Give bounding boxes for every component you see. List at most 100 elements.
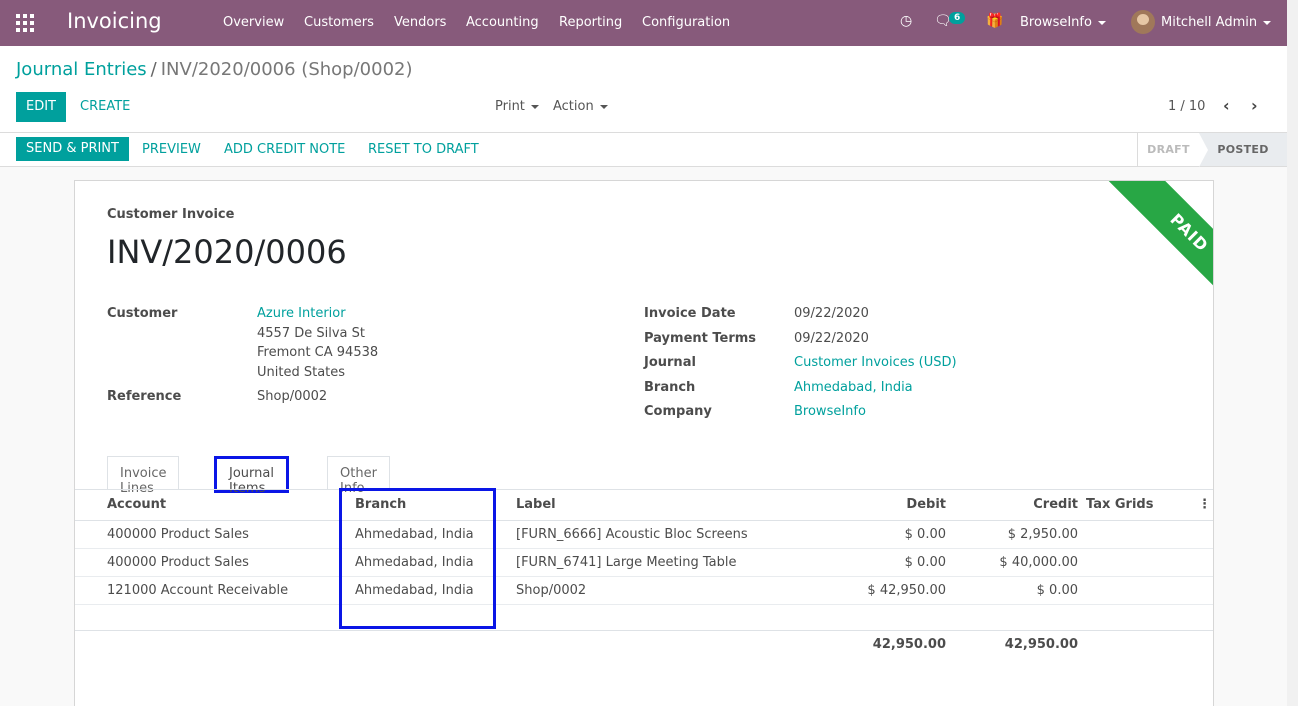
edit-button[interactable]: EDIT [16, 92, 66, 122]
journal-link[interactable]: Customer Invoices (USD) [794, 355, 957, 370]
user-menu[interactable]: Mitchell Admin [1161, 15, 1272, 30]
tab-invoice-lines[interactable]: Invoice Lines [107, 456, 180, 496]
table-row[interactable]: 400000 Product Sales Ahmedabad, India [F… [75, 520, 1213, 549]
header-spacer [75, 490, 107, 521]
preview-button[interactable]: PREVIEW [142, 142, 201, 157]
table-row[interactable]: 121000 Account Receivable Ahmedabad, Ind… [75, 576, 1213, 605]
menu-customers[interactable]: Customers [304, 15, 374, 30]
payment-terms-value: 09/22/2020 [794, 331, 869, 346]
cell-label: [FURN_6666] Acoustic Bloc Screens [516, 520, 806, 549]
header-branch[interactable]: Branch [355, 490, 516, 521]
create-button[interactable]: CREATE [80, 99, 130, 114]
header-credit[interactable]: Credit [946, 490, 1078, 521]
address-line2: Fremont CA 94538 [257, 345, 379, 360]
address-line3: United States [257, 365, 346, 380]
row-gap [1078, 576, 1086, 605]
empty-cell [75, 604, 1213, 631]
cell-label: [FURN_6741] Large Meeting Table [516, 548, 806, 577]
breadcrumb: Journal Entries / INV/2020/0006 (Shop/0002… [16, 59, 413, 80]
cell-credit: $ 40,000.00 [946, 548, 1078, 577]
paid-ribbon: PAID [1095, 181, 1213, 321]
empty-row [75, 604, 1213, 631]
total-debit: 42,950.00 [872, 636, 946, 652]
total-gap [1078, 630, 1086, 658]
total-label [516, 630, 806, 658]
company-switcher[interactable]: BrowseInfo [1020, 15, 1106, 30]
control-panel: Journal Entries / INV/2020/0006 (Shop/0002… [0, 46, 1287, 133]
menu-accounting[interactable]: Accounting [466, 15, 539, 30]
row-gap [1078, 548, 1086, 577]
cell-label: Shop/0002 [516, 576, 806, 605]
print-dropdown[interactable]: Print [495, 99, 539, 114]
cell-account: 400000 Product Sales [107, 548, 355, 577]
header-account[interactable]: Account [107, 490, 355, 521]
menu-overview[interactable]: Overview [223, 15, 284, 30]
chevron-down-icon [1263, 20, 1272, 25]
previous-record-icon[interactable]: ‹ [1223, 96, 1230, 115]
payment-terms-label: Payment Terms [644, 331, 757, 346]
header-tax-grids-label: Tax Grids [1086, 497, 1154, 513]
paid-ribbon-label: PAID [1104, 181, 1213, 318]
cell-tax-grids [1086, 576, 1213, 605]
status-bar: SEND & PRINT PREVIEW ADD CREDIT NOTE RES… [0, 133, 1287, 167]
cell-debit: $ 42,950.00 [806, 576, 946, 605]
chevron-down-icon [1097, 20, 1106, 25]
gift-icon[interactable]: 🎁 [986, 13, 1003, 29]
row-gap [1078, 520, 1086, 549]
branch-label: Branch [644, 380, 696, 395]
chevron-down-icon [530, 104, 539, 109]
branch-link[interactable]: Ahmedabad, India [794, 380, 913, 395]
customer-name-link[interactable]: Azure Interior [257, 306, 346, 321]
invoice-sheet: PAID Customer Invoice INV/2020/0006 Cust… [74, 180, 1214, 706]
header-label[interactable]: Label [516, 490, 806, 521]
reference-value: Shop/0002 [257, 389, 328, 404]
total-tax-grids [1086, 630, 1213, 658]
send-print-button[interactable]: SEND & PRINT [16, 137, 129, 161]
tab-other-info[interactable]: Other Info [327, 456, 390, 496]
header-debit[interactable]: Debit [806, 490, 946, 521]
tab-journal-items[interactable]: Journal Items [214, 456, 289, 496]
cell-credit: $ 2,950.00 [946, 520, 1078, 549]
cell-credit: $ 0.00 [946, 576, 1078, 605]
total-branch [355, 630, 516, 658]
breadcrumb-separator: / [150, 59, 157, 80]
company-link[interactable]: BrowseInfo [794, 404, 866, 419]
header-tax-grids[interactable]: Tax Grids ⋮ [1086, 490, 1213, 521]
column-options-icon[interactable]: ⋮ [1198, 497, 1211, 512]
address-line1: 4557 De Silva St [257, 326, 365, 341]
customer-label: Customer [107, 306, 178, 321]
page-scrollbar[interactable] [1287, 0, 1298, 706]
invoice-date-value: 09/22/2020 [794, 306, 869, 321]
menu-configuration[interactable]: Configuration [642, 15, 730, 30]
journal-label: Journal [644, 355, 696, 370]
pager-value[interactable]: 1 / 10 [1168, 99, 1205, 114]
menu-reporting[interactable]: Reporting [559, 15, 622, 30]
user-name: Mitchell Admin [1161, 15, 1258, 30]
cell-tax-grids [1086, 520, 1213, 549]
table-row[interactable]: 400000 Product Sales Ahmedabad, India [F… [75, 548, 1213, 577]
action-label: Action [553, 99, 594, 114]
action-dropdown[interactable]: Action [553, 99, 608, 114]
cell-branch: Ahmedabad, India [355, 520, 516, 549]
header-gap [1078, 490, 1086, 521]
cell-account: 400000 Product Sales [107, 520, 355, 549]
company-label: Company [644, 404, 712, 419]
add-credit-note-button[interactable]: ADD CREDIT NOTE [224, 142, 345, 157]
stage-draft[interactable]: DRAFT [1137, 133, 1199, 166]
cell-debit: $ 0.00 [806, 548, 946, 577]
totals-row: 42,950.00 42,950.00 [75, 630, 1213, 658]
user-avatar[interactable] [1131, 10, 1155, 34]
invoice-date-label: Invoice Date [644, 306, 736, 321]
chevron-down-icon [599, 104, 608, 109]
menu-vendors[interactable]: Vendors [394, 15, 446, 30]
breadcrumb-journal-entries[interactable]: Journal Entries [16, 59, 147, 80]
reset-to-draft-button[interactable]: RESET TO DRAFT [368, 142, 479, 157]
activity-clock-icon[interactable]: ◷ [900, 13, 912, 29]
apps-menu-icon[interactable] [16, 14, 34, 32]
company-name: BrowseInfo [1020, 15, 1092, 30]
next-record-icon[interactable]: › [1251, 96, 1258, 115]
cell-branch: Ahmedabad, India [355, 548, 516, 577]
top-navbar: Invoicing Overview Customers Vendors Acc… [0, 0, 1287, 46]
stage-posted: POSTED [1199, 133, 1287, 167]
app-title[interactable]: Invoicing [67, 9, 162, 33]
